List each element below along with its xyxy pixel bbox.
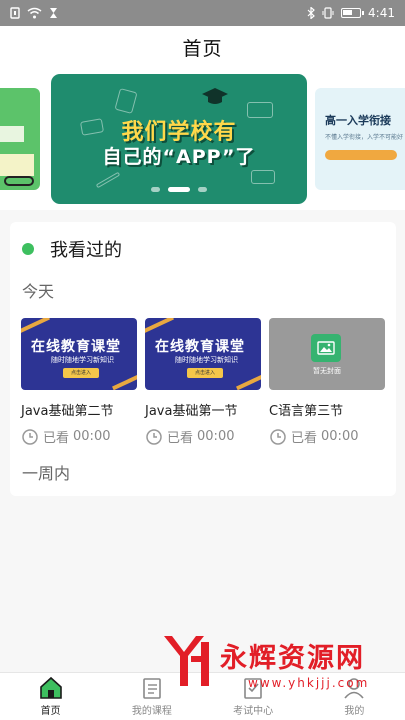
nav-label: 首页 [40,706,61,717]
course-title: Java基础第一节 [145,404,238,419]
home-icon [39,676,62,699]
carousel-indicator [51,187,307,192]
cover-decor [145,318,174,337]
header: 首页 [0,26,405,68]
cover-decor [21,318,50,337]
cover-button: 点击进入 [63,368,99,378]
course-item[interactable]: 在线教育课堂 随时随地学习新知识 点击进入 Java基础第一节 已看 00:00 [145,318,261,446]
status-time: 4:41 [368,6,395,20]
banner-slide-prev[interactable] [0,88,40,190]
profile-icon [344,678,364,699]
course-progress: 已看 00:00 [21,427,137,446]
clock-icon [22,428,38,445]
banner-next-button [325,150,397,160]
nav-label: 考试中心 [233,706,274,717]
banner-slide-current[interactable]: 我们学校有 自己的“APP”了 [51,74,307,204]
nav-tab-home[interactable]: 首页 [0,673,101,720]
notification-icon [10,7,20,19]
carousel-dot-active[interactable] [168,187,190,192]
glasses-icon [4,176,34,186]
hourglass-icon [50,8,57,18]
status-bar: 4:41 [0,0,405,26]
chart-icon [251,170,275,184]
course-cover[interactable]: 在线教育课堂 随时随地学习新知识 点击进入 [21,318,137,390]
section-week-label: 一周内 [22,464,71,483]
cover-title: 在线教育课堂 [31,339,121,355]
watched-label: 已看 [167,431,194,446]
status-right-icons: 4:41 [307,6,395,20]
course-item[interactable]: 在线教育课堂 随时随地学习新知识 点击进入 Java基础第二节 已看 00:00 [21,318,137,446]
bottom-nav: 首页 我的课程 考试中心 我的 [0,672,405,720]
banner-next-subtitle: 不懂入学衔接，入学不可能好 [325,134,404,141]
cover-subtitle: 随时随地学习新知识 [175,356,238,364]
carousel-dot[interactable] [151,187,160,192]
watch-history-card: 我看过的 今天 在线教育课堂 随时随地学习新知识 点击进入 Java基础第二节 … [10,222,396,496]
vibrate-icon [322,7,334,19]
banner-subheadline: 自己的“APP”了 [102,146,256,168]
course-progress: 已看 00:00 [145,427,261,446]
card-title: 我看过的 [50,240,122,261]
carousel-dot[interactable] [198,187,207,192]
cover-decor [112,369,137,390]
section-today-label: 今天 [22,282,55,301]
pencil-icon [95,171,121,189]
course-title: Java基础第二节 [21,404,114,419]
document-icon [114,88,138,114]
nav-tab-exam-center[interactable]: 考试中心 [203,673,304,720]
watched-label: 已看 [291,431,318,446]
nav-tab-my-courses[interactable]: 我的课程 [101,673,202,720]
course-title: C语言第三节 [269,404,344,419]
watched-time: 00:00 [197,429,235,444]
watched-time: 00:00 [321,429,359,444]
nav-label: 我的课程 [131,706,172,717]
banner-slide-next[interactable]: 高一入学衔接 不懂入学衔接，入学不可能好 [315,88,405,190]
course-progress: 已看 00:00 [269,427,385,446]
cover-subtitle: 随时随地学习新知识 [51,356,114,364]
banner-prev-decor [0,126,24,142]
image-placeholder-icon [311,334,341,362]
banner-prev-decor [0,154,34,176]
cover-title: 在线教育课堂 [155,339,245,355]
section-dot-icon [22,243,34,255]
cover-placeholder-label: 暂无封面 [313,367,341,375]
cover-decor [236,369,261,390]
status-left-icons [10,7,58,19]
clock-icon [146,428,162,445]
banner-carousel[interactable]: 我们学校有 自己的“APP”了 高一入学衔接 不懂入学衔接，入学不可能好 [0,68,405,210]
wifi-icon [27,7,42,19]
course-list-icon [143,678,161,699]
graduation-cap-icon [202,88,228,104]
nav-label: 我的 [344,706,365,717]
course-item[interactable]: 暂无封面 C语言第三节 已看 00:00 [269,318,385,446]
exam-icon [244,678,262,699]
watched-label: 已看 [43,431,70,446]
battery-icon [341,8,365,18]
cover-button: 点击进入 [187,368,223,378]
course-cover[interactable]: 在线教育课堂 随时随地学习新知识 点击进入 [145,318,261,390]
page-title: 首页 [182,37,223,60]
banner-next-title: 高一入学衔接 [325,114,391,127]
card-header: 我看过的 [22,236,122,262]
watermark-text: 永辉资源网 [220,643,365,674]
watched-time: 00:00 [73,429,111,444]
nav-tab-profile[interactable]: 我的 [304,673,405,720]
clock-icon [270,428,286,445]
bluetooth-icon [307,7,315,19]
course-cover[interactable]: 暂无封面 [269,318,385,390]
